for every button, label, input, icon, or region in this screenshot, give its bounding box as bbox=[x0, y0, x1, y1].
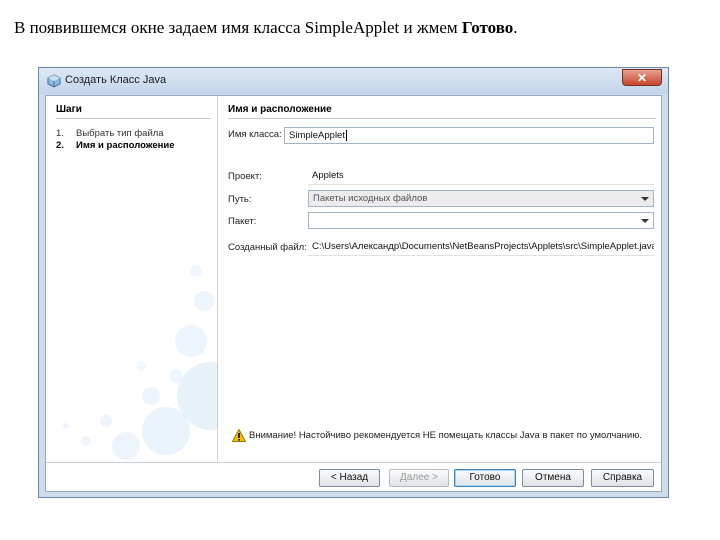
close-icon: ✕ bbox=[636, 71, 648, 85]
step-item-2: 2. Имя и расположение bbox=[56, 140, 175, 151]
chevron-down-icon bbox=[641, 197, 649, 201]
netbeans-cube-icon bbox=[47, 74, 61, 88]
warning-text: Внимание! Настойчиво рекомендуется НЕ по… bbox=[249, 430, 642, 441]
dialog-title: Создать Класс Java bbox=[65, 74, 167, 86]
caption-suffix: . bbox=[513, 18, 518, 37]
back-button[interactable]: < Назад bbox=[319, 469, 380, 487]
steps-title: Шаги bbox=[56, 104, 82, 115]
panel-title-divider bbox=[228, 118, 656, 119]
package-label: Пакет: bbox=[228, 216, 257, 227]
instruction-caption: В появившемся окне задаем имя класса Sim… bbox=[14, 18, 518, 38]
project-label: Проект: bbox=[228, 171, 262, 182]
help-button[interactable]: Справка bbox=[591, 469, 654, 487]
step-number: 1. bbox=[56, 128, 64, 139]
new-java-class-dialog: Создать Класс Java ✕ Шаги 1. Выбрать тип… bbox=[38, 67, 669, 498]
finish-button[interactable]: Готово bbox=[454, 469, 516, 487]
step-number: 2. bbox=[56, 140, 64, 151]
name-location-panel: Имя и расположение Имя класса: SimpleApp… bbox=[218, 96, 661, 462]
caption-text: В появившемся окне задаем имя класса Sim… bbox=[14, 18, 462, 37]
chevron-down-icon bbox=[641, 219, 649, 223]
location-label: Путь: bbox=[228, 194, 252, 205]
package-dropdown[interactable] bbox=[308, 212, 654, 229]
project-field: Applets bbox=[308, 168, 654, 185]
dialog-titlebar[interactable]: Создать Класс Java ✕ bbox=[39, 68, 668, 94]
location-value: Пакеты исходных файлов bbox=[313, 193, 428, 204]
class-name-label: Имя класса: bbox=[228, 129, 282, 140]
class-name-input[interactable]: SimpleApplet bbox=[284, 127, 654, 144]
step-label: Имя и расположение bbox=[76, 140, 175, 151]
dialog-client-area: Шаги 1. Выбрать тип файла 2. Имя и располо… bbox=[45, 95, 662, 492]
step-item-1: 1. Выбрать тип файла bbox=[56, 128, 164, 139]
close-button[interactable]: ✕ bbox=[622, 69, 662, 86]
button-bar-divider bbox=[46, 462, 661, 463]
class-name-value: SimpleApplet bbox=[289, 130, 345, 141]
cancel-button[interactable]: Отмена bbox=[522, 469, 584, 487]
warning-icon bbox=[232, 429, 246, 442]
caption-bold-text: Готово bbox=[461, 18, 514, 37]
location-dropdown[interactable]: Пакеты исходных файлов bbox=[308, 190, 654, 207]
text-caret bbox=[345, 129, 347, 141]
created-file-field: C:\Users\Александр\Documents\NetBeansPro… bbox=[308, 239, 654, 256]
created-file-label: Созданный файл: bbox=[228, 242, 307, 253]
steps-divider bbox=[56, 118, 211, 119]
panel-title: Имя и расположение bbox=[228, 104, 332, 115]
steps-pane: Шаги 1. Выбрать тип файла 2. Имя и располо… bbox=[46, 96, 217, 462]
step-label: Выбрать тип файла bbox=[76, 128, 164, 139]
next-button[interactable]: Далее > bbox=[389, 469, 449, 487]
